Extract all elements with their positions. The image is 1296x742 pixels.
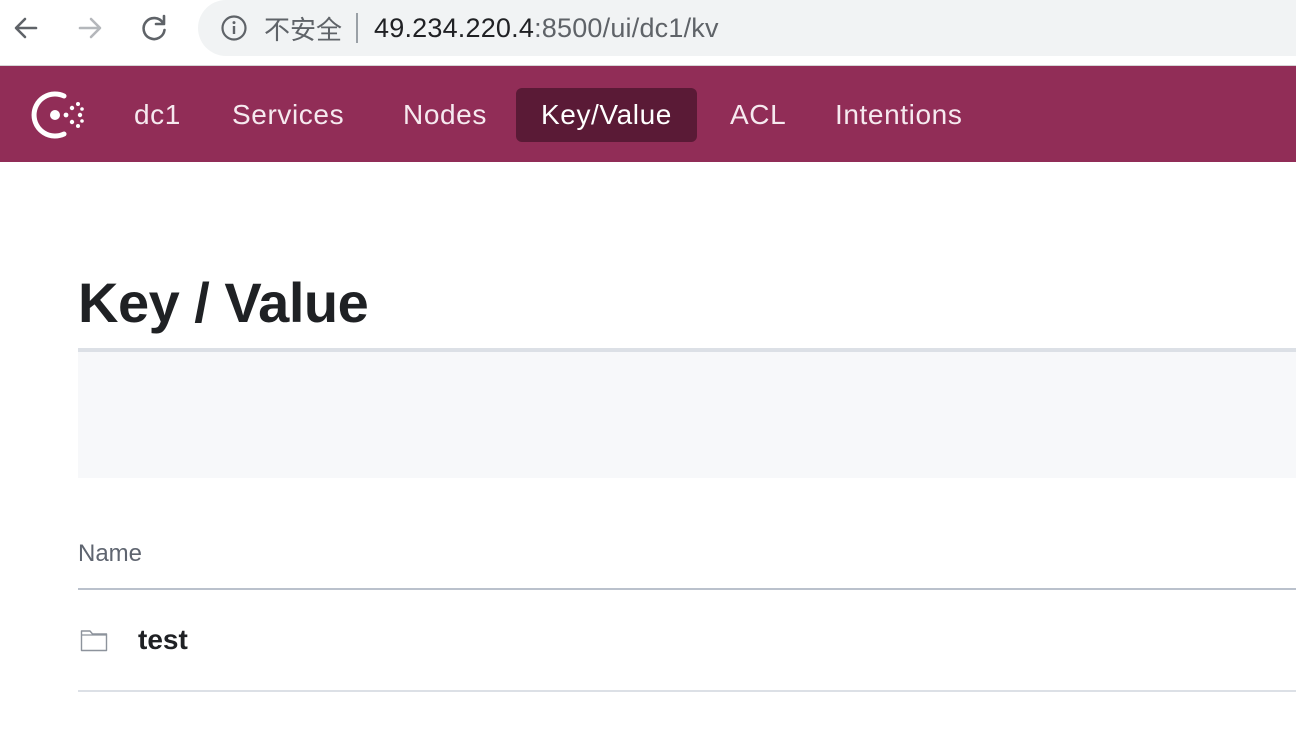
forward-button[interactable] xyxy=(72,10,108,46)
nav-acl[interactable]: ACL xyxy=(730,88,786,142)
browser-toolbar: 不安全 49.234.220.4:8500/ui/dc1/kv xyxy=(0,0,1296,66)
url-divider xyxy=(356,13,359,43)
row-name[interactable]: test xyxy=(138,624,188,656)
arrow-left-icon xyxy=(14,17,38,39)
filter-bar xyxy=(78,348,1296,478)
reload-button[interactable] xyxy=(136,10,172,46)
column-header-name[interactable]: Name xyxy=(78,540,142,568)
url-host: 49.234.220.4 xyxy=(374,12,535,43)
table-header: Name xyxy=(78,520,1296,590)
nav-services[interactable]: Services xyxy=(232,88,344,142)
arrow-right-icon xyxy=(78,17,102,39)
page-title: Key / Value xyxy=(78,271,369,334)
app-header: dc1 Services Nodes Key/Value ACL Intenti… xyxy=(0,66,1296,162)
url-path: :8500/ui/dc1/kv xyxy=(534,12,719,43)
info-icon[interactable] xyxy=(220,14,248,42)
security-status[interactable]: 不安全 xyxy=(264,10,342,47)
reload-icon xyxy=(142,14,166,41)
consul-logo-icon[interactable] xyxy=(28,86,88,144)
back-button[interactable] xyxy=(8,10,44,46)
address-bar[interactable]: 不安全 49.234.220.4:8500/ui/dc1/kv xyxy=(198,0,1296,56)
nav-nodes[interactable]: Nodes xyxy=(403,88,487,142)
table-row[interactable]: test xyxy=(78,592,1296,692)
nav-datacenter[interactable]: dc1 xyxy=(134,88,181,142)
nav-intentions[interactable]: Intentions xyxy=(835,88,962,142)
folder-icon xyxy=(80,630,108,652)
nav-key-value[interactable]: Key/Value xyxy=(516,88,697,142)
url-text[interactable]: 49.234.220.4:8500/ui/dc1/kv xyxy=(374,13,719,44)
